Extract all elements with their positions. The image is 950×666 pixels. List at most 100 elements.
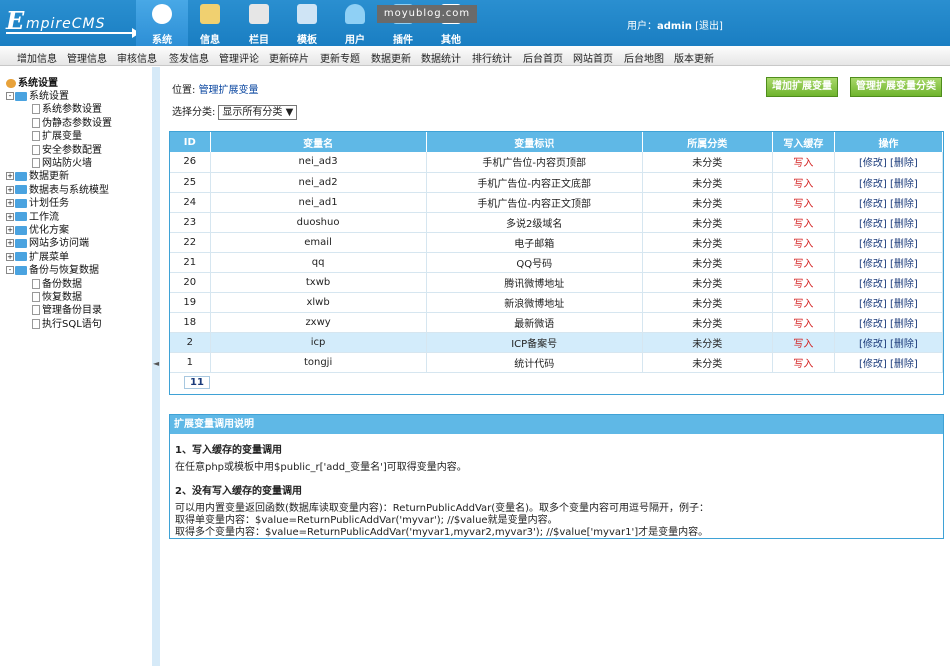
table-row[interactable]: 18 zxwy 最新微语 未分类 写入 [修改] [删除] [170,312,944,333]
menu-item[interactable]: 签发信息 [169,50,209,65]
cell-category: 未分类 [642,252,773,273]
table-row[interactable]: 23 duoshuo 多说2级域名 未分类 写入 [修改] [删除] [170,212,944,233]
table-row[interactable]: 21 qq QQ号码 未分类 写入 [修改] [删除] [170,252,944,273]
menu-item[interactable]: 后台首页 [523,50,563,65]
nav-window[interactable]: 模板 [285,0,329,46]
menu-item[interactable]: 数据统计 [421,50,461,65]
nav-user[interactable]: 用户 [333,0,377,46]
write-cache-link[interactable]: 写入 [772,232,835,253]
menu-item[interactable]: 排行统计 [472,50,512,65]
nav-folder[interactable]: 栏目 [237,0,281,46]
help-heading-2: 2、没有写入缓存的变量调用 [175,486,302,497]
table-row[interactable]: 22 email 电子邮箱 未分类 写入 [修改] [删除] [170,232,944,253]
expand-icon[interactable]: + [6,185,14,194]
menu-item[interactable]: 更新碎片 [269,50,309,65]
expand-icon[interactable]: + [6,172,14,181]
nav-label: 用户 [345,35,365,46]
table-row[interactable]: 20 txwb 腾讯微博地址 未分类 写入 [修改] [删除] [170,272,944,293]
row-actions[interactable]: [修改] [删除] [834,312,944,333]
menu-item[interactable]: 更新专题 [320,50,360,65]
pagination: 11 [170,373,943,394]
row-actions[interactable]: [修改] [删除] [834,212,944,233]
write-cache-link[interactable]: 写入 [772,192,835,213]
cell-name: duoshuo [210,212,427,233]
row-actions[interactable]: [修改] [删除] [834,352,944,373]
nav-globe[interactable]: 系统 [136,0,188,46]
menu-item[interactable]: 审核信息 [117,50,157,65]
logout-link[interactable]: [退出] [695,21,723,32]
menu-item[interactable]: 管理信息 [67,50,107,65]
breadcrumb-prefix: 位置: [172,85,199,96]
manage-categories-button[interactable]: 管理扩展变量分类 [850,77,942,97]
cell-name: email [210,232,427,253]
table-row[interactable]: 19 xlwb 新浪微博地址 未分类 写入 [修改] [删除] [170,292,944,313]
expand-icon[interactable]: + [6,252,14,261]
row-actions[interactable]: [修改] [删除] [834,252,944,273]
cell-id: 2 [170,332,211,353]
write-cache-link[interactable]: 写入 [772,292,835,313]
breadcrumb: 位置: 管理扩展变量 [172,81,259,96]
row-actions[interactable]: [修改] [删除] [834,152,944,173]
menu-item[interactable]: 后台地图 [624,50,664,65]
row-actions[interactable]: [修改] [删除] [834,232,944,253]
table-row[interactable]: 26 nei_ad3 手机广告位-内容页顶部 未分类 写入 [修改] [删除] [170,152,944,173]
cell-tag: ICP备案号 [426,332,643,353]
write-cache-link[interactable]: 写入 [772,172,835,193]
folder-icon [249,4,269,24]
column-header: 所属分类 [642,132,773,152]
cell-category: 未分类 [642,292,773,313]
expand-icon[interactable]: + [6,239,14,248]
folder-icon [15,238,27,248]
cell-id: 19 [170,292,211,313]
sidebar-splitter[interactable]: ◄ [152,67,160,666]
username: admin [657,21,692,32]
category-select[interactable]: 显示所有分类 ▼ [218,105,298,120]
cell-id: 24 [170,192,211,213]
row-actions[interactable]: [修改] [删除] [834,272,944,293]
expand-icon[interactable]: + [6,226,14,234]
user-icon [345,4,365,24]
tree-node[interactable]: 执行SQL语句 [32,315,102,330]
write-cache-link[interactable]: 写入 [772,212,835,233]
page-count[interactable]: 11 [184,375,210,389]
nav-label: 信息 [200,35,220,46]
table-row[interactable]: 2 icp ICP备案号 未分类 写入 [修改] [删除] [170,332,944,353]
write-cache-link[interactable]: 写入 [772,332,835,353]
nav-label: 其他 [441,35,461,46]
write-cache-link[interactable]: 写入 [772,152,835,173]
menu-item[interactable]: 管理评论 [219,50,259,65]
expand-icon[interactable]: + [6,199,14,208]
help-panel: 扩展变量调用说明 1、写入缓存的变量调用 在任意php或模板中用$public_… [169,414,944,539]
empirecms-logo[interactable]: E mpireCMS [4,6,144,38]
menu-item[interactable]: 网站首页 [573,50,613,65]
table-row[interactable]: 25 nei_ad2 手机广告位-内容正文底部 未分类 写入 [修改] [删除] [170,172,944,193]
write-cache-link[interactable]: 写入 [772,352,835,373]
menu-item[interactable]: 版本更新 [674,50,714,65]
row-actions[interactable]: [修改] [删除] [834,332,944,353]
table-row[interactable]: 24 nei_ad1 手机广告位-内容正文顶部 未分类 写入 [修改] [删除] [170,192,944,213]
table-row[interactable]: 1 tongji 统计代码 未分类 写入 [修改] [删除] [170,352,944,373]
row-actions[interactable]: [修改] [删除] [834,172,944,193]
expand-icon[interactable]: + [6,212,14,221]
globe-icon [152,4,172,24]
write-cache-link[interactable]: 写入 [772,272,835,293]
nav-document[interactable]: 信息 [188,0,232,46]
collapse-icon[interactable]: - [6,92,14,100]
row-actions[interactable]: [修改] [删除] [834,192,944,213]
write-cache-link[interactable]: 写入 [772,252,835,273]
menu-item[interactable]: 增加信息 [17,50,57,65]
write-cache-link[interactable]: 写入 [772,312,835,333]
collapse-icon[interactable]: - [6,266,14,275]
row-actions[interactable]: [修改] [删除] [834,292,944,313]
cell-id: 1 [170,352,211,373]
folder-icon [15,225,27,235]
menu-item[interactable]: 数据更新 [371,50,411,65]
cell-id: 23 [170,212,211,233]
cell-name: zxwy [210,312,427,333]
add-variable-button[interactable]: 增加扩展变量 [766,77,838,97]
logo-text: mpireCMS [26,16,106,32]
cell-name: nei_ad3 [210,152,427,173]
collapse-arrow-icon[interactable]: ◄ [153,359,159,368]
cell-tag: 新浪微博地址 [426,292,643,313]
breadcrumb-link[interactable]: 管理扩展变量 [199,85,259,96]
